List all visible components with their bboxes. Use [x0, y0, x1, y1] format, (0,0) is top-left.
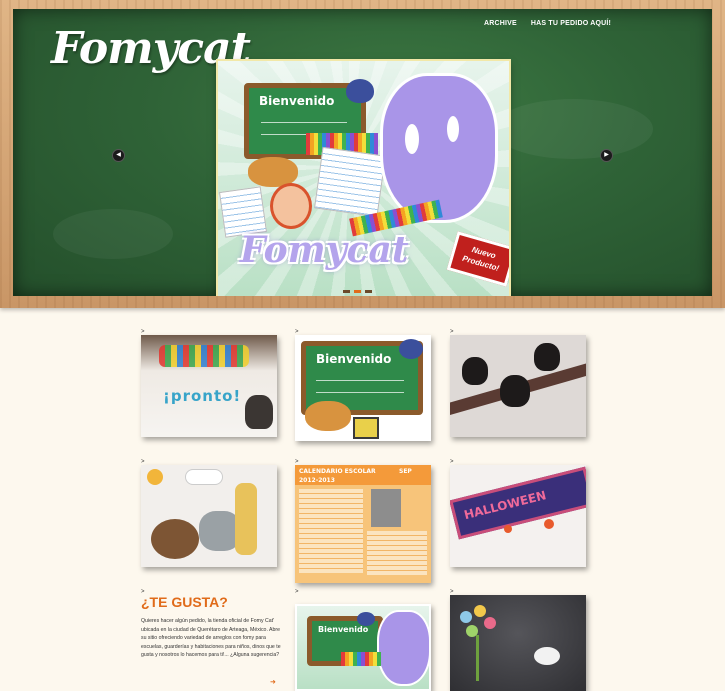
pumpkin-icon — [544, 519, 554, 529]
chevron-right-icon[interactable]: ▶ — [600, 149, 613, 162]
te-gusta-text: Quieres hacer algún pedido, la tienda of… — [141, 618, 281, 659]
tile-thumb[interactable]: Calendario Escolar 2012-2013 SEP — [295, 465, 431, 583]
slider-dot[interactable] — [343, 290, 350, 293]
tile-text: Bienvenido — [318, 625, 369, 634]
notebook-paper — [313, 146, 387, 218]
easel-icon — [353, 417, 379, 439]
tile-thumb[interactable]: HALLOWEEN — [450, 465, 586, 567]
owl-icon — [534, 343, 560, 371]
halloween-banner: HALLOWEEN — [450, 466, 586, 540]
slide-brand: Fomycat — [240, 229, 409, 271]
dog-icon — [305, 401, 351, 431]
giraffe-icon — [235, 483, 257, 555]
pencils — [341, 652, 381, 666]
girl-icon — [270, 183, 312, 229]
slider-dot-active[interactable] — [354, 290, 361, 293]
nav-archive[interactable]: ARCHIVE — [484, 20, 517, 27]
arrow-right-icon[interactable]: ➜ — [270, 678, 276, 686]
te-gusta-title: ¿TE GUSTA? — [141, 594, 228, 610]
board-line — [261, 122, 347, 123]
tile-text: Bienvenido — [316, 352, 392, 366]
sun-icon — [147, 469, 163, 485]
owl-icon — [500, 375, 530, 407]
calendar-subtitle: 2012-2013 — [299, 477, 335, 484]
bird-icon — [399, 339, 423, 359]
board-line — [316, 380, 404, 381]
cat-eye — [405, 124, 419, 154]
tile-thumb[interactable]: Bienvenido — [295, 335, 431, 441]
bird-icon — [346, 79, 374, 103]
tile-text: ¡pronto! — [163, 387, 242, 405]
tile-thumb[interactable] — [450, 595, 586, 691]
slide-image[interactable]: Bienvenido Fomycat Nuevo Producto! — [218, 61, 509, 296]
nav-pedido[interactable]: HAS TU PEDIDO AQUÍ! — [531, 20, 611, 27]
cat-icon — [245, 395, 273, 429]
chalk-smudge — [53, 209, 173, 259]
chevron-left-icon[interactable]: ◀ — [112, 149, 125, 162]
tile-caret: > — [295, 589, 299, 595]
wood-frame: Fomycat ARCHIVE HAS TU PEDIDO AQUÍ! ◀ ▶ … — [0, 0, 725, 308]
cloud-icon — [185, 469, 223, 485]
top-nav: ARCHIVE HAS TU PEDIDO AQUÍ! — [484, 20, 611, 27]
welcome-board-title: Bienvenido — [259, 94, 335, 108]
flower-icon — [484, 617, 496, 629]
cat-mascot — [377, 610, 429, 686]
tile-thumb[interactable]: ¡pronto! — [141, 335, 277, 437]
lion-icon — [151, 519, 199, 559]
portrait-photo — [371, 489, 401, 527]
calendar-grid — [367, 531, 427, 575]
bird-icon — [534, 647, 560, 665]
flower-icon — [474, 605, 486, 617]
calendar-badge: SEP — [399, 468, 412, 475]
slider-dot[interactable] — [365, 290, 372, 293]
cat-eye — [447, 116, 459, 142]
tile-text: HALLOWEEN — [462, 488, 548, 523]
board-line — [316, 392, 404, 393]
flower-stems — [476, 635, 479, 681]
tile-thumb[interactable] — [141, 465, 277, 567]
bird-icon — [357, 612, 375, 626]
owl-icon — [462, 357, 488, 385]
tile-thumb[interactable] — [450, 335, 586, 437]
flower-icon — [460, 611, 472, 623]
tile-thumb[interactable]: Bienvenido — [295, 604, 431, 691]
slider-dots — [343, 290, 372, 293]
letters-pile — [159, 345, 249, 367]
chalk-smudge — [493, 99, 653, 159]
calendar-title: Calendario Escolar — [299, 468, 376, 475]
calendar-grid — [299, 489, 363, 573]
pumpkin-icon — [504, 525, 512, 533]
chalkboard-header: Fomycat ARCHIVE HAS TU PEDIDO AQUÍ! ◀ ▶ … — [13, 9, 712, 296]
